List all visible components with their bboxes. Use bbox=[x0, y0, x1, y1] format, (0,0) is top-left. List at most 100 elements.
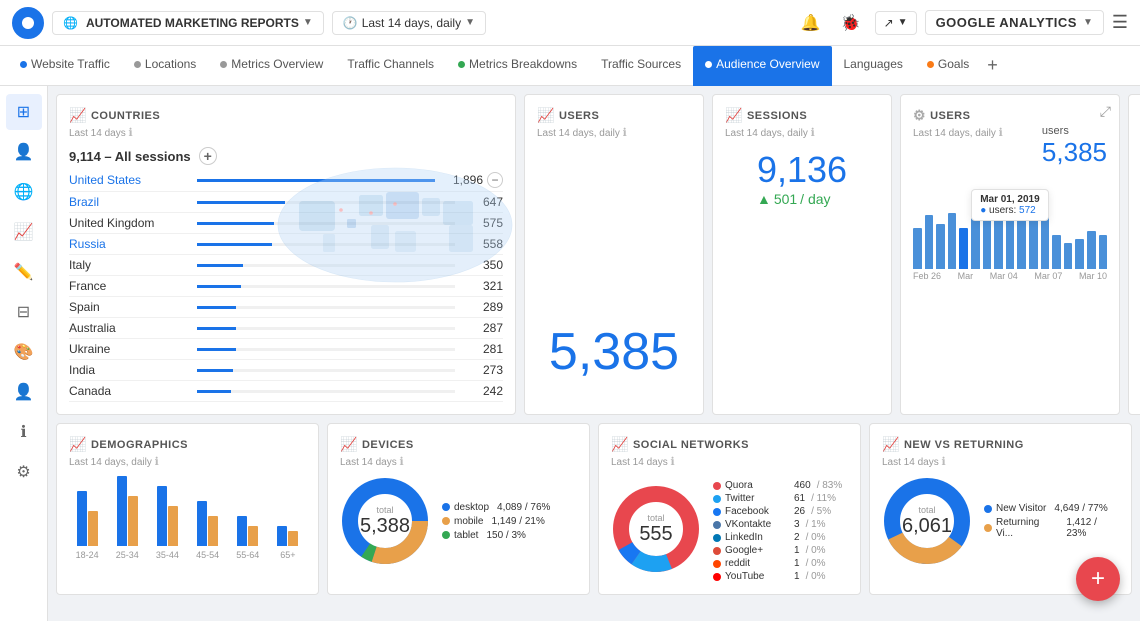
users-chart-card: ⤢ ⚙ USERS Last 14 days, daily ℹ users 5,… bbox=[900, 94, 1120, 415]
social-pct: / 0% bbox=[806, 545, 826, 556]
tab-goals[interactable]: Goals bbox=[915, 46, 981, 86]
social-dot bbox=[713, 482, 721, 490]
date-dropdown-icon: ▼ bbox=[465, 17, 475, 28]
users-chart-area: Mar 01, 2019 ● users: 572 Feb 26 Mar Mar… bbox=[913, 189, 1107, 281]
sidebar-person[interactable]: 👤 bbox=[6, 374, 42, 410]
social-value: 1 bbox=[794, 571, 800, 582]
tab-audience-overview[interactable]: Audience Overview bbox=[693, 46, 831, 86]
tab-label-audience-overview: Audience Overview bbox=[716, 57, 819, 71]
sidebar-edit[interactable]: ✏️ bbox=[6, 254, 42, 290]
user-bar bbox=[948, 213, 957, 269]
nvr-legend-item: Returning Vi... 1,412 / 23% bbox=[984, 517, 1119, 539]
users-subtitle: Last 14 days, daily ℹ bbox=[537, 126, 691, 139]
user-bar bbox=[1041, 216, 1050, 269]
tab-dot-website-traffic bbox=[20, 61, 27, 68]
devices-subtitle: Last 14 days ℹ bbox=[340, 455, 577, 468]
hamburger-menu[interactable]: ☰ bbox=[1112, 12, 1128, 33]
tab-metrics-overview[interactable]: Metrics Overview bbox=[208, 46, 335, 86]
country-bar-wrap bbox=[197, 327, 455, 330]
device-legend-label: desktop bbox=[454, 502, 489, 513]
device-legend-item: tablet 150 / 3% bbox=[442, 530, 550, 541]
demo-bar-female bbox=[288, 531, 298, 546]
user-bar bbox=[971, 218, 980, 269]
demo-bar-male bbox=[77, 491, 87, 546]
demo-bar-female bbox=[208, 516, 218, 546]
country-name[interactable]: United States bbox=[69, 173, 189, 187]
share-dropdown-icon: ▼ bbox=[898, 17, 908, 28]
bug-btn[interactable]: 🐞 bbox=[835, 7, 867, 39]
social-dot bbox=[713, 573, 721, 581]
demo-bars bbox=[197, 501, 218, 546]
nvr-trend-icon: 📈 bbox=[882, 436, 900, 453]
country-name: United Kingdom bbox=[69, 216, 189, 230]
report-selector[interactable]: 🌐 AUTOMATED MARKETING REPORTS ▼ bbox=[52, 11, 324, 35]
tab-traffic-sources[interactable]: Traffic Sources bbox=[589, 46, 693, 86]
sessions-value: 9,136 bbox=[757, 149, 847, 191]
demo-title: 📈 DEMOGRAPHICS bbox=[69, 436, 306, 453]
notification-btn[interactable]: 🔔 bbox=[795, 7, 827, 39]
country-row: Italy 350 bbox=[69, 255, 503, 276]
sidebar-info[interactable]: ℹ bbox=[6, 414, 42, 450]
sidebar-palette[interactable]: 🎨 bbox=[6, 334, 42, 370]
countries-info[interactable]: ℹ bbox=[129, 127, 133, 139]
device-legend-value: 4,089 / 76% bbox=[497, 502, 550, 513]
device-legend-label: tablet bbox=[454, 530, 478, 541]
devices-card: 📈 DEVICES Last 14 days ℹ bbox=[327, 423, 590, 595]
tab-languages[interactable]: Languages bbox=[832, 46, 915, 86]
subtract-btn[interactable]: − bbox=[487, 172, 503, 188]
sidebar-dashboard[interactable]: ⊞ bbox=[6, 94, 42, 130]
date-label: Last 14 days, daily bbox=[362, 16, 461, 30]
logo[interactable] bbox=[12, 7, 44, 39]
tab-website-traffic[interactable]: Website Traffic bbox=[8, 46, 122, 86]
country-name[interactable]: Russia bbox=[69, 237, 189, 251]
sidebar-settings[interactable]: ⚙ bbox=[6, 454, 42, 490]
ga-label: GOOGLE ANALYTICS bbox=[936, 15, 1077, 30]
date-selector[interactable]: 🕐 Last 14 days, daily ▼ bbox=[332, 11, 486, 35]
demo-bars bbox=[237, 516, 258, 546]
tab-locations[interactable]: Locations bbox=[122, 46, 208, 86]
sidebar-users[interactable]: 👤 bbox=[6, 134, 42, 170]
sidebar-table[interactable]: ⊟ bbox=[6, 294, 42, 330]
social-pct: / 83% bbox=[817, 480, 843, 491]
tab-label-languages: Languages bbox=[844, 57, 903, 71]
sidebar-globe[interactable]: 🌐 bbox=[6, 174, 42, 210]
user-bar bbox=[936, 224, 945, 269]
nvr-legend-dot bbox=[984, 524, 992, 532]
clock-icon: 🕐 bbox=[343, 16, 358, 30]
country-row: Australia 287 bbox=[69, 318, 503, 339]
social-dot bbox=[713, 560, 721, 568]
google-analytics-badge[interactable]: GOOGLE ANALYTICS ▼ bbox=[925, 10, 1104, 35]
devices-legend: desktop 4,089 / 76% mobile 1,149 / 21% t… bbox=[442, 502, 550, 541]
device-legend-item: desktop 4,089 / 76% bbox=[442, 502, 550, 513]
country-bar bbox=[197, 306, 236, 309]
top-bar-icons: 🔔 🐞 ↗ ▼ GOOGLE ANALYTICS ▼ ☰ bbox=[795, 7, 1128, 39]
sessions-trend-icon: 📈 bbox=[725, 107, 743, 124]
countries-total: 9,114 – All sessions + bbox=[69, 147, 503, 165]
social-list-item: Google+ 1 / 0% bbox=[713, 545, 842, 556]
users-title: 📈 USERS bbox=[537, 107, 691, 124]
social-list-item: VKontakte 3 / 1% bbox=[713, 519, 842, 530]
expand-users-btn[interactable]: ⤢ bbox=[1100, 103, 1111, 120]
tab-label-traffic-sources: Traffic Sources bbox=[601, 57, 681, 71]
devices-info[interactable]: ℹ bbox=[400, 456, 404, 468]
social-info[interactable]: ℹ bbox=[671, 456, 675, 468]
nvr-info[interactable]: ℹ bbox=[942, 456, 946, 468]
demo-info[interactable]: ℹ bbox=[155, 456, 159, 468]
tab-traffic-channels[interactable]: Traffic Channels bbox=[335, 46, 446, 86]
sessions-info[interactable]: ℹ bbox=[811, 127, 815, 139]
country-name[interactable]: Brazil bbox=[69, 195, 189, 209]
social-dot bbox=[713, 521, 721, 529]
social-value: 460 bbox=[794, 480, 811, 491]
social-name: reddit bbox=[725, 558, 790, 569]
tab-add-btn[interactable]: + bbox=[981, 55, 1004, 76]
users-info[interactable]: ℹ bbox=[623, 127, 627, 139]
add-filter-btn[interactable]: + bbox=[199, 147, 217, 165]
country-row: Canada 242 bbox=[69, 381, 503, 402]
tab-metrics-breakdowns[interactable]: Metrics Breakdowns bbox=[446, 46, 589, 86]
sidebar-trends[interactable]: 📈 bbox=[6, 214, 42, 250]
share-btn[interactable]: ↗ ▼ bbox=[875, 11, 917, 35]
fab-button[interactable]: + bbox=[1076, 557, 1120, 601]
demo-group: 55-64 bbox=[230, 516, 266, 560]
country-value: 575 bbox=[463, 216, 503, 230]
users-chart-info[interactable]: ℹ bbox=[999, 127, 1003, 139]
